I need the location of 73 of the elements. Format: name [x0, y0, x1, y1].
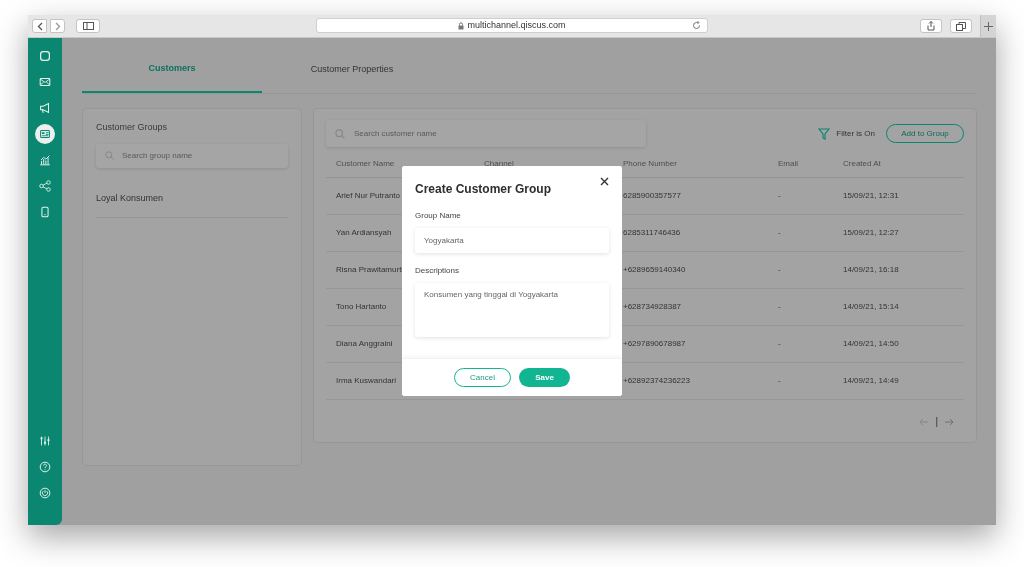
table-cell: - [778, 265, 781, 274]
help-icon [38, 460, 52, 474]
table-cell: 6285900357577 [623, 191, 681, 200]
group-item[interactable]: Loyal Konsumen [96, 192, 164, 206]
table-cell: - [778, 191, 781, 200]
table-cell: - [778, 228, 781, 237]
new-tab-button[interactable] [980, 15, 996, 37]
share-icon [38, 179, 52, 193]
search-icon [335, 128, 345, 139]
table-cell: Arief Nur Putranto [336, 191, 401, 200]
tab[interactable]: Customer Properties [262, 47, 442, 93]
table-cell: +6289659140340 [623, 265, 686, 274]
textarea-field[interactable]: Konsumen yang tinggal di Yogyakarta [415, 283, 609, 337]
phone-icon [38, 205, 52, 219]
table-cell: - [778, 302, 781, 311]
table-cell: +62892374236223 [623, 376, 690, 385]
tabs-icon [956, 21, 966, 31]
share-icon [927, 21, 935, 31]
table-cell: Diana Anggraini [336, 339, 393, 348]
back-button[interactable] [32, 19, 47, 33]
column-header: Channel [484, 158, 514, 168]
table-cell: - [778, 339, 781, 348]
filter-icon[interactable] [818, 127, 831, 140]
column-header: Phone Number [623, 158, 677, 168]
sidebar-toggle-button[interactable] [76, 19, 100, 33]
table-cell: 14/09/21, 15:14 [843, 302, 899, 311]
table-cell: 14/09/21, 14:50 [843, 339, 899, 348]
table-cell: 6285311746436 [623, 228, 681, 237]
plus-icon [984, 21, 993, 31]
table-cell: - [778, 376, 781, 385]
column-header: Customer Name [336, 158, 395, 168]
next-page-icon[interactable] [944, 417, 954, 426]
sidebar-icon [82, 22, 94, 30]
field-label: Descriptions [415, 265, 460, 277]
table-cell: Tono Hartanto [336, 302, 387, 311]
chart-icon [38, 153, 52, 167]
column-header: Email [778, 158, 798, 168]
table-cell: Yan Ardiansyah [336, 228, 392, 237]
filter-status: Filter is On [836, 127, 875, 140]
back-icon [36, 21, 43, 31]
megaphone-icon [38, 101, 52, 115]
input-field[interactable]: Yogyakarta [415, 228, 609, 253]
power-icon [38, 486, 52, 500]
column-header: Created At [843, 158, 881, 168]
page-separator: | [935, 415, 938, 429]
contact-card-icon [38, 127, 52, 141]
table-cell: +628734928387 [623, 302, 682, 311]
table-cell: 15/09/21, 12:31 [843, 191, 899, 200]
table-cell: +6297890678987 [623, 339, 686, 348]
panel-title: Customer Groups [96, 121, 169, 134]
search-icon [105, 151, 114, 160]
table-cell: 14/09/21, 16:18 [843, 265, 899, 274]
close-icon[interactable] [600, 177, 609, 186]
address-bar[interactable]: multichannel.qiscus.com [316, 18, 708, 33]
table-cell: Irma Kuswandari [336, 376, 397, 385]
table-cell: 14/09/21, 14:49 [843, 376, 899, 385]
tabs-button[interactable] [950, 19, 972, 33]
save-button[interactable]: Save [519, 368, 570, 387]
table-cell: 15/09/21, 12:27 [843, 228, 899, 237]
sliders-icon [38, 434, 52, 448]
table-cell: Risna Prawitamurti [336, 265, 404, 274]
forward-icon [54, 21, 61, 31]
reload-icon[interactable] [692, 21, 701, 30]
mail-icon [38, 75, 52, 89]
chat-icon [38, 49, 52, 63]
lock-icon [458, 21, 465, 30]
search-field[interactable]: Search customer name [354, 127, 594, 140]
url-text: multichannel.qiscus.com [467, 18, 566, 32]
share-button[interactable] [920, 19, 942, 33]
search-field[interactable]: Search group name [122, 149, 262, 162]
sidebar-item[interactable] [35, 124, 55, 144]
field-label: Group Name [415, 210, 462, 222]
dialog-title: Create Customer Group [415, 181, 552, 198]
